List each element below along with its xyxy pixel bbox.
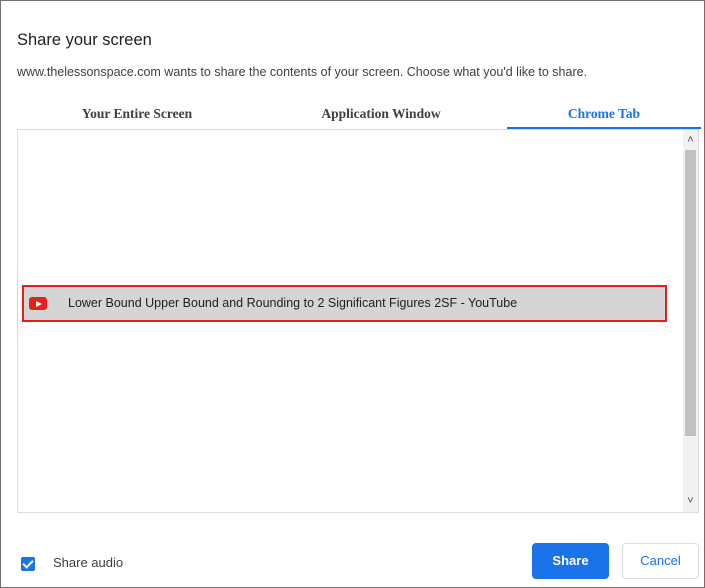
- youtube-icon: [29, 297, 47, 310]
- scrollbar-thumb[interactable]: [685, 150, 696, 436]
- tab-chrome-tab[interactable]: Chrome Tab: [507, 101, 701, 129]
- list-item[interactable]: Lower Bound Upper Bound and Rounding to …: [22, 285, 667, 322]
- chrome-tab-list: Lower Bound Upper Bound and Rounding to …: [17, 129, 699, 513]
- dialog-title: Share your screen: [17, 31, 152, 49]
- share-audio-label: Share audio: [53, 555, 124, 570]
- scroll-down-arrow-icon[interactable]: ˅: [683, 493, 698, 510]
- share-screen-dialog: Share your screen www.thelessonspace.com…: [0, 0, 705, 588]
- list-item-label: Lower Bound Upper Bound and Rounding to …: [68, 296, 518, 310]
- tab-your-entire-screen[interactable]: Your Entire Screen: [17, 101, 257, 129]
- share-audio-checkbox[interactable]: [21, 557, 35, 571]
- share-button[interactable]: Share: [532, 543, 609, 579]
- source-tabs: Your Entire Screen Application Window Ch…: [17, 101, 701, 129]
- scroll-up-arrow-icon[interactable]: ˄: [683, 132, 698, 149]
- dialog-subtitle: www.thelessonspace.com wants to share th…: [17, 65, 588, 79]
- cancel-button[interactable]: Cancel: [622, 543, 699, 579]
- vertical-scrollbar[interactable]: ˄ ˅: [683, 130, 698, 512]
- tab-application-window[interactable]: Application Window: [257, 101, 505, 129]
